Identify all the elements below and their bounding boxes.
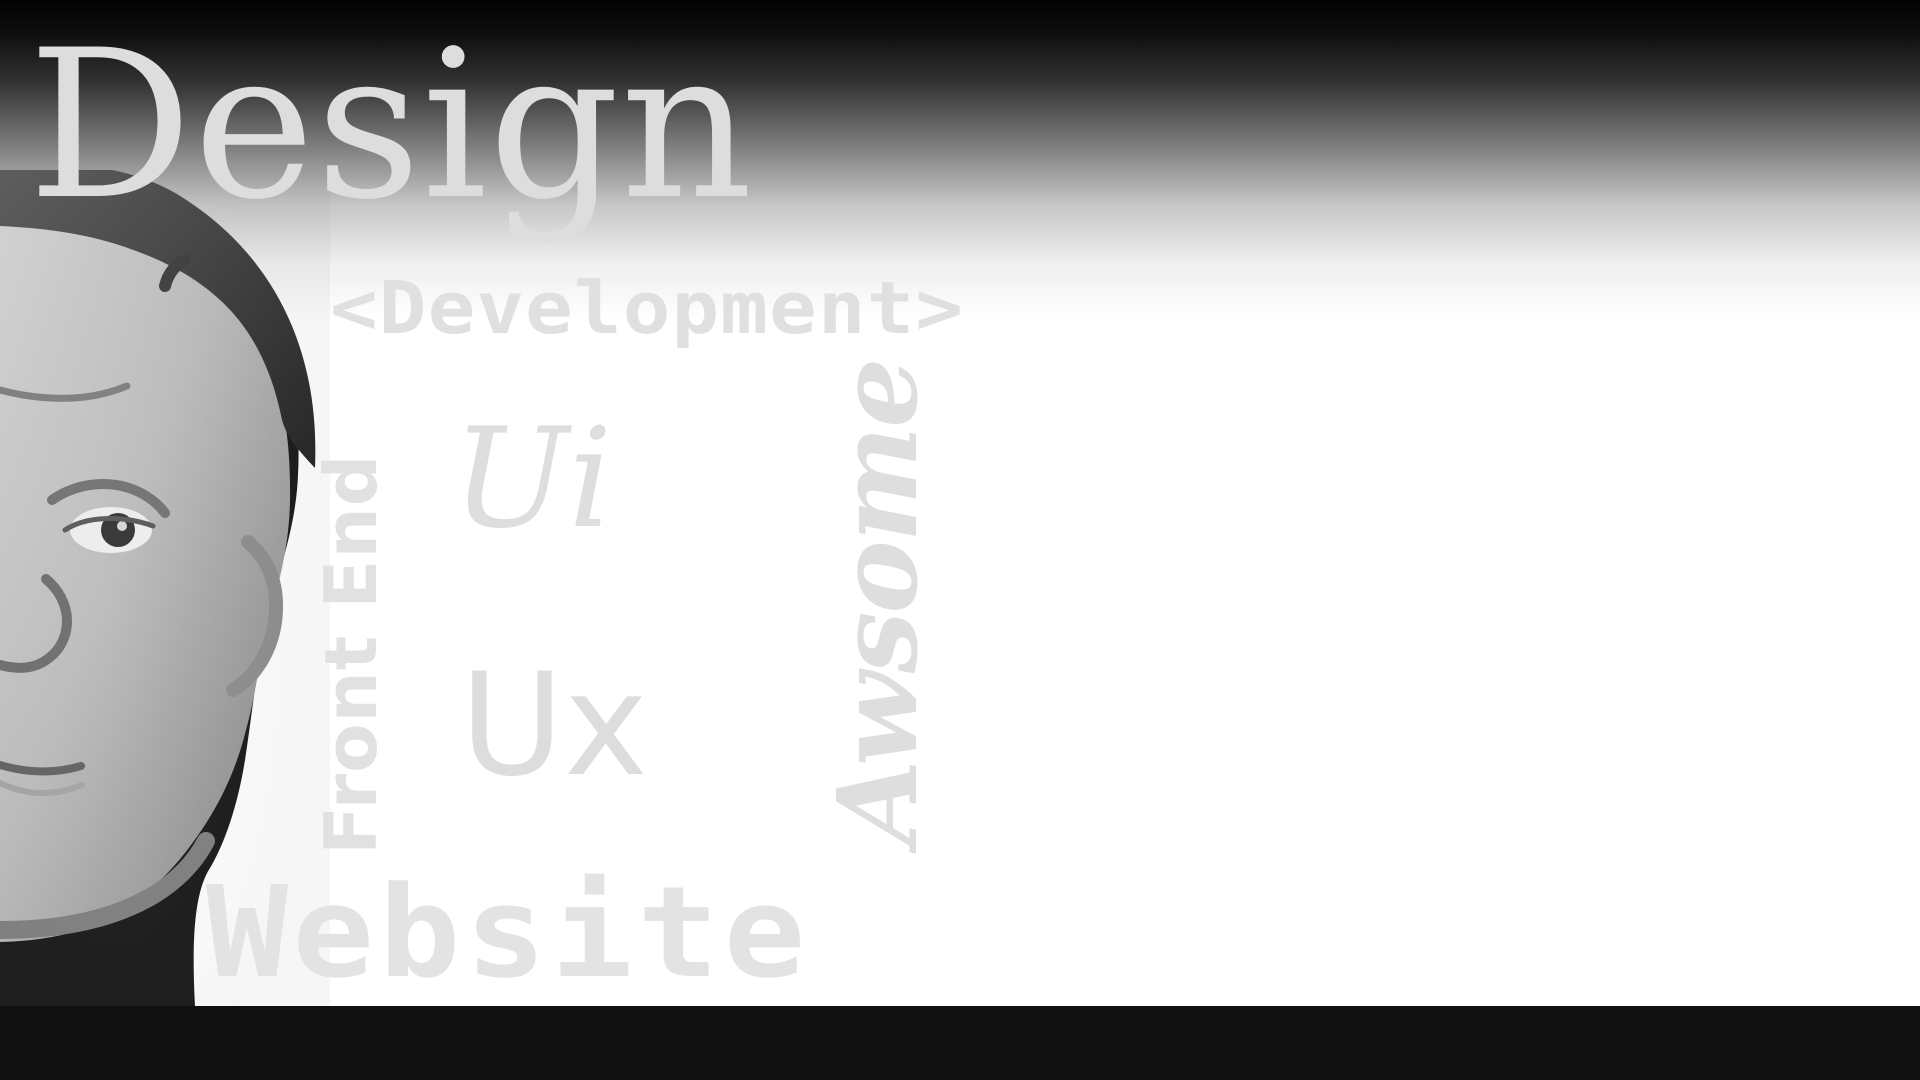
website-word: Website (206, 859, 810, 1006)
front-end-word: Front End (309, 453, 393, 855)
design-word: Design (28, 7, 754, 245)
ui-word: Ui (452, 398, 613, 559)
development-word: <Development> (330, 266, 965, 350)
bottom-black-bar (0, 1006, 1920, 1080)
ux-word: Ux (460, 643, 648, 808)
hero-banner: Design <Development> Front End Ui Ux Aws… (0, 0, 1920, 1080)
awsome-word: Awsome (813, 359, 942, 845)
